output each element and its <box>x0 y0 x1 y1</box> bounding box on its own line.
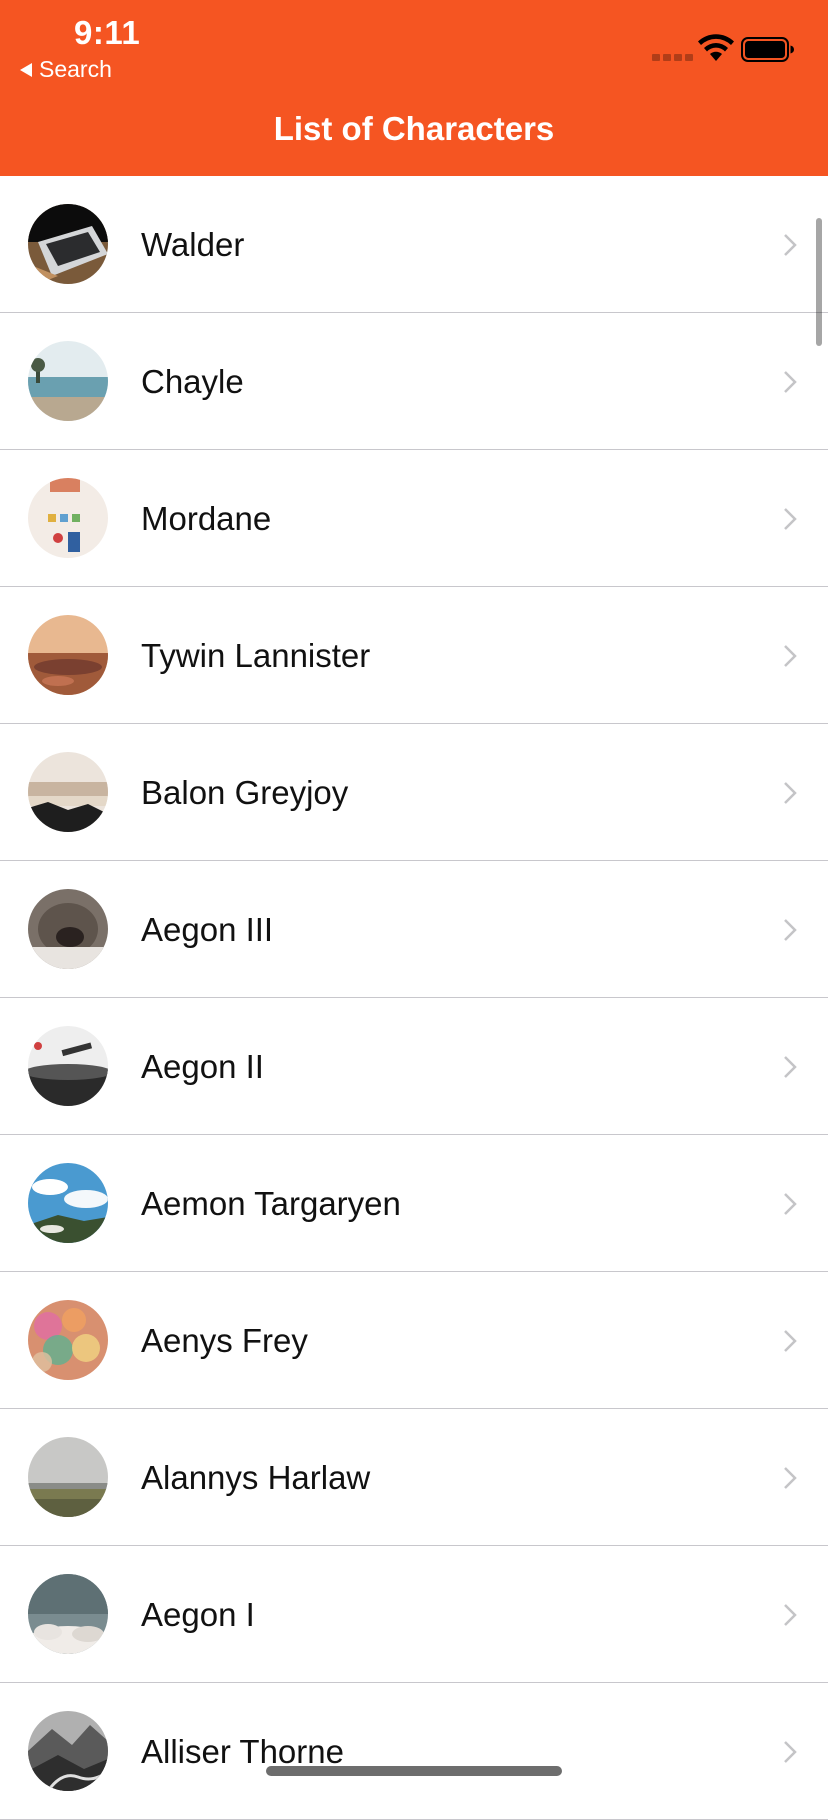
list-item-balon-greyjoy[interactable]: Balon Greyjoy <box>0 724 828 861</box>
list-item-walder[interactable]: Walder <box>0 176 828 313</box>
character-name: Alannys Harlaw <box>141 1459 371 1496</box>
character-name: Aegon II <box>141 1048 264 1085</box>
avatar <box>28 1574 108 1654</box>
home-indicator[interactable] <box>266 1766 562 1776</box>
chevron-right-icon <box>784 1467 797 1489</box>
avatar <box>28 478 108 558</box>
character-name: Tywin Lannister <box>141 637 371 674</box>
chevron-right-icon <box>784 508 797 530</box>
page-title: List of Characters <box>273 110 555 147</box>
character-name: Aegon III <box>141 911 274 948</box>
battery-icon <box>741 37 794 62</box>
cellular-signal-icon <box>652 54 693 61</box>
list-item-aegon-ii[interactable]: Aegon II <box>0 998 828 1135</box>
avatar <box>28 1437 108 1517</box>
chevron-right-icon <box>784 1604 797 1626</box>
avatar <box>28 752 108 832</box>
avatar <box>28 341 108 421</box>
list-item-alliser-thorne[interactable]: Alliser Thorne <box>0 1683 828 1820</box>
chevron-right-icon <box>784 371 797 393</box>
character-name: Alliser Thorne <box>141 1733 344 1770</box>
list-item-aegon-i[interactable]: Aegon I <box>0 1546 828 1683</box>
chevron-right-icon <box>784 1193 797 1215</box>
status-time: 9:11 <box>74 14 141 51</box>
wifi-icon <box>698 34 734 61</box>
avatar <box>28 1711 108 1791</box>
scroll-indicator[interactable] <box>816 218 822 346</box>
chevron-right-icon <box>784 645 797 667</box>
character-name: Walder <box>141 226 245 263</box>
character-name: Aegon I <box>141 1596 255 1633</box>
list-item-alannys-harlaw[interactable]: Alannys Harlaw <box>0 1409 828 1546</box>
chevron-right-icon <box>784 782 797 804</box>
list-item-chayle[interactable]: Chayle <box>0 313 828 450</box>
chevron-right-icon <box>784 919 797 941</box>
character-name: Mordane <box>141 500 272 537</box>
character-name: Chayle <box>141 363 244 400</box>
back-label: Search <box>39 56 112 82</box>
back-to-search-link[interactable]: Search <box>20 56 112 83</box>
avatar <box>28 204 108 284</box>
chevron-right-icon <box>784 1330 797 1352</box>
character-list: Walder Chayle Mordane Tywin Lannister Ba… <box>0 176 828 1820</box>
character-name: Aenys Frey <box>141 1322 308 1359</box>
character-name: Aemon Targaryen <box>141 1185 401 1222</box>
list-item-mordane[interactable]: Mordane <box>0 450 828 587</box>
character-name: Balon Greyjoy <box>141 774 349 811</box>
avatar <box>28 1300 108 1380</box>
list-item-aegon-iii[interactable]: Aegon III <box>0 861 828 998</box>
navigation-header: 9:11 Search List of Characters <box>0 0 828 176</box>
avatar <box>28 1163 108 1243</box>
chevron-right-icon <box>784 1741 797 1763</box>
list-item-aenys-frey[interactable]: Aenys Frey <box>0 1272 828 1409</box>
list-item-aemon-targaryen[interactable]: Aemon Targaryen <box>0 1135 828 1272</box>
list-item-tywin-lannister[interactable]: Tywin Lannister <box>0 587 828 724</box>
back-arrow-icon <box>20 62 32 77</box>
chevron-right-icon <box>784 1056 797 1078</box>
chevron-right-icon <box>784 234 797 256</box>
avatar <box>28 1026 108 1106</box>
avatar <box>28 889 108 969</box>
avatar <box>28 615 108 695</box>
